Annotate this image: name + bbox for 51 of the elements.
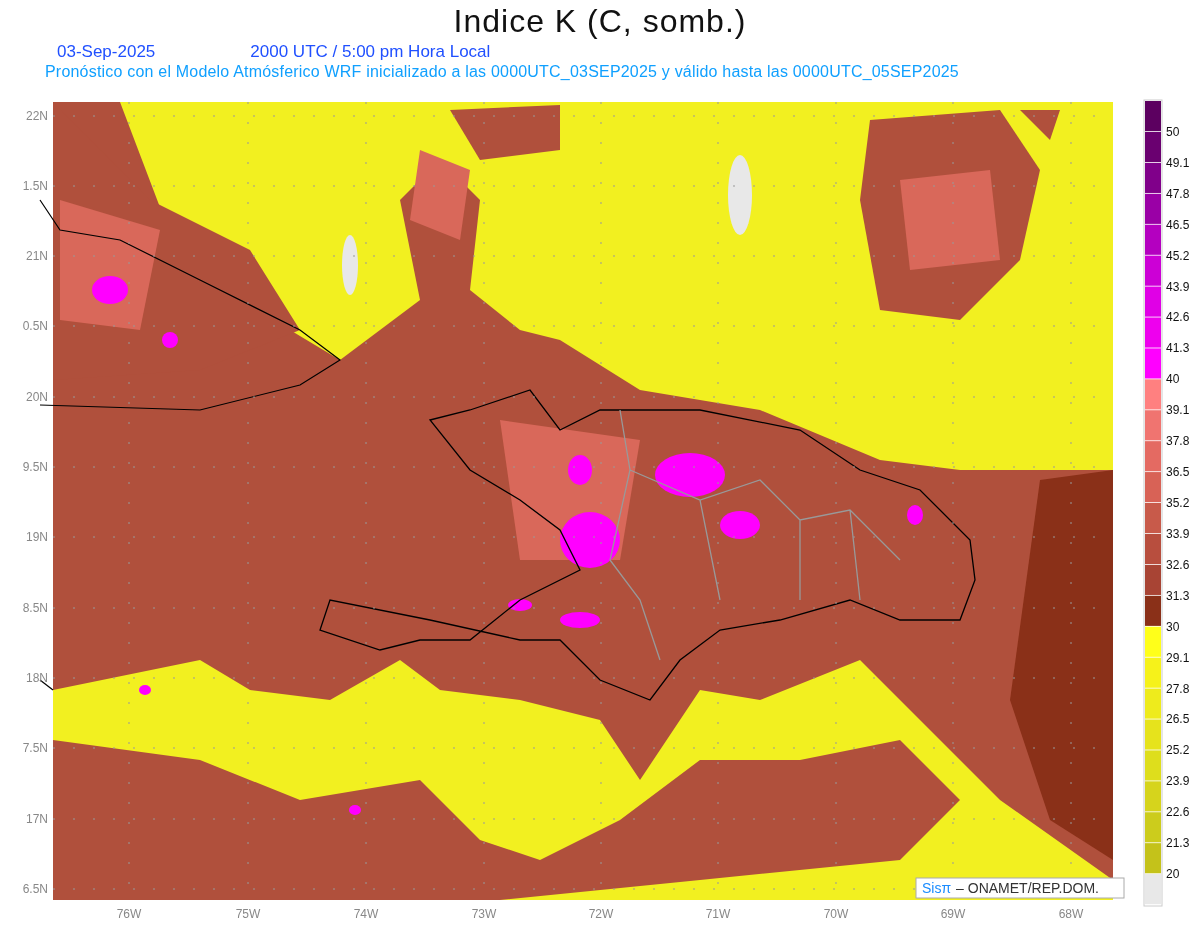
- longitude-label: 70W: [823, 907, 849, 921]
- chart-title: Indice K (C, somb.): [453, 3, 747, 39]
- colorbar-label: 32.6: [1166, 557, 1190, 572]
- latitude-label: 7.5N: [22, 741, 48, 755]
- subtitle: Pronóstico con el Modelo Atmósferico WRF inicializado a las 0000UTC_03SEP2025 y válido hasta las 0000UTC_05SEP2025: [45, 63, 959, 80]
- longitude-label: 74W: [353, 907, 379, 921]
- latitude-label: 18N: [26, 671, 48, 685]
- latitude-label: 19N: [26, 530, 48, 544]
- latitude-label: 17N: [26, 812, 48, 826]
- colorbar-label: 20: [1166, 867, 1180, 882]
- longitude-label: 72W: [588, 907, 614, 921]
- longitude-label: 71W: [705, 907, 731, 921]
- latitude-label: 21N: [26, 249, 48, 263]
- colorbar-label: 49.1: [1166, 155, 1190, 170]
- colorbar-label: 42.6: [1166, 310, 1190, 325]
- colorbar-label: 27.8: [1166, 681, 1190, 696]
- longitude-label: 75W: [235, 907, 261, 921]
- colorbar-label: 29.1: [1166, 650, 1190, 665]
- colorbar-label: 33.9: [1166, 526, 1190, 541]
- colorbar-label: 30: [1166, 619, 1180, 634]
- colorbar-label: 46.5: [1166, 217, 1190, 232]
- latitude-label: 22N: [26, 109, 48, 123]
- colorbar-label: 35.2: [1166, 496, 1190, 510]
- colorbar-label: 40: [1166, 372, 1180, 387]
- longitude-label: 76W: [116, 907, 142, 921]
- colorbar-label: 25.2: [1166, 743, 1190, 758]
- colorbar-label: 45.2: [1166, 248, 1190, 263]
- colorbar-label: 36.5: [1166, 465, 1190, 480]
- latitude-label: 6.5N: [22, 882, 48, 896]
- colorbar-label: 41.3: [1166, 341, 1190, 356]
- longitude-label: 73W: [471, 907, 497, 921]
- colorbar-label: 39.1: [1166, 403, 1190, 418]
- latitude-label: 8.5N: [22, 601, 48, 615]
- colorbar-label: 26.5: [1166, 712, 1190, 727]
- colorbar-label: 21.3: [1166, 836, 1190, 851]
- latitude-label: 20N: [26, 390, 48, 404]
- latitude-label: 9.5N: [22, 460, 48, 474]
- longitude-label: 68W: [1058, 907, 1084, 921]
- latitude-label: 1.5N: [22, 179, 48, 193]
- colorbar-label: 50: [1166, 124, 1180, 139]
- credit-box: Sisπ – ONAMET/REP.DOM.: [915, 877, 1125, 899]
- colorbar-label: 43.9: [1166, 279, 1190, 294]
- longitude-label: 69W: [940, 907, 966, 921]
- colorbar-label: 23.9: [1166, 774, 1190, 789]
- colorbar-label: 47.8: [1166, 186, 1190, 201]
- latitude-label: 0.5N: [22, 319, 48, 333]
- colorbar-label: 22.6: [1166, 805, 1190, 820]
- colorbar-label: 31.3: [1166, 588, 1190, 603]
- colorbar-label: 37.8: [1166, 434, 1190, 449]
- time-label: 2000 UTC / 5:00 pm Hora Local: [250, 43, 491, 60]
- date-label: 03-Sep-2025: [57, 43, 156, 60]
